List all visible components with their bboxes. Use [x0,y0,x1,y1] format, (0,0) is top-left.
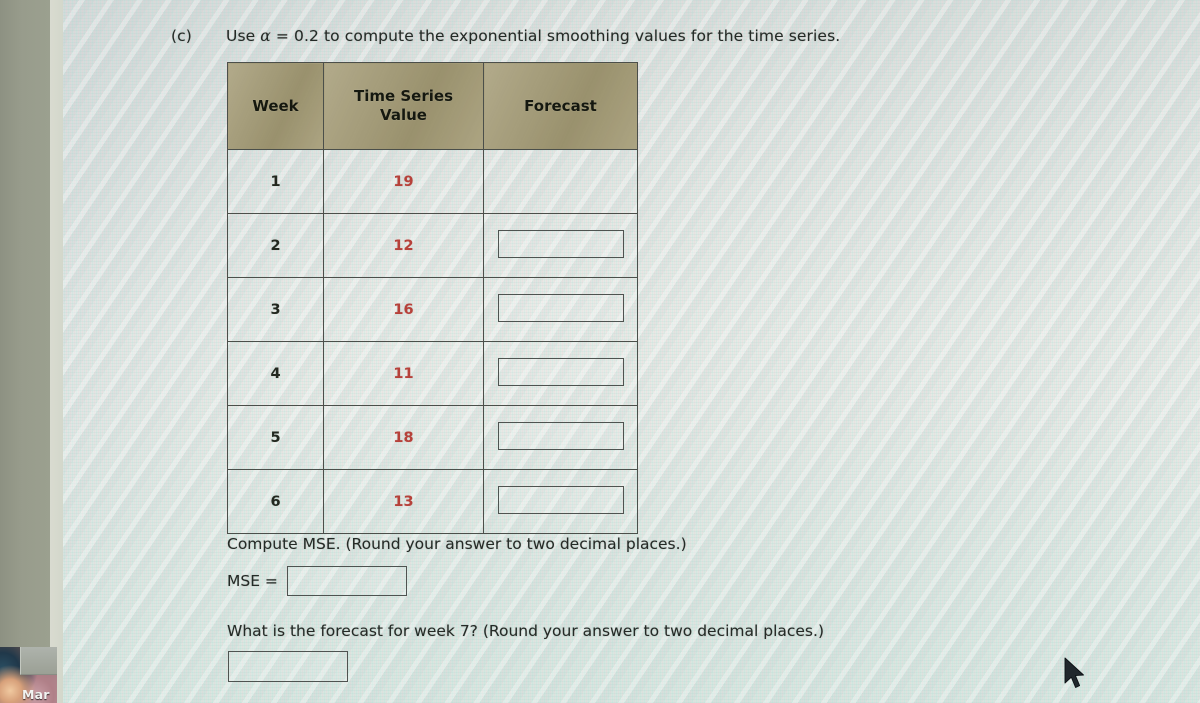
cell-time-series-value: 13 [323,469,484,534]
table-row: 3 16 [227,277,638,342]
question-text: Use α = 0.2 to compute the exponential s… [226,27,840,45]
document-content: (c) Use α = 0.2 to compute the exponenti… [0,0,1200,703]
forecast-input-week-2[interactable] [497,229,624,258]
cell-week: 4 [227,341,324,406]
column-header-week: Week [227,62,324,150]
cell-time-series-value: 11 [323,341,484,406]
table-header: Week Time Series Value Forecast [227,62,638,150]
column-header-line1: Time Series [353,87,454,106]
column-header-line2: Value [380,106,427,124]
cell-forecast [483,149,638,214]
cell-forecast [483,469,638,534]
week7-answer-row [228,651,348,686]
cell-forecast [483,213,638,278]
week7-forecast-input[interactable] [228,651,348,682]
cell-forecast [483,405,638,470]
question-line: (c) Use α = 0.2 to compute the exponenti… [171,27,840,45]
cell-time-series-value: 16 [323,277,484,342]
question-tag: (c) [171,27,192,45]
table-header-row: Week Time Series Value Forecast [227,62,638,150]
cell-week: 6 [227,469,324,534]
table-row: 2 12 [227,213,638,278]
question-prompt-after: = 0.2 to compute the exponential smoothi… [270,27,841,45]
column-header-forecast: Forecast [483,62,638,150]
forecast-input-week-3[interactable] [497,293,624,322]
cell-week: 5 [227,405,324,470]
table-row: 6 13 [227,469,638,534]
forecast-input-week-6[interactable] [497,485,624,514]
alpha-symbol: α [260,27,271,45]
cell-week: 1 [227,149,324,214]
table-row: 1 19 [227,149,638,214]
question-prompt-before: Use [226,27,261,45]
table-row: 4 11 [227,341,638,406]
week7-instruction: What is the forecast for week 7? (Round … [227,622,824,640]
mse-input[interactable] [286,566,407,596]
cell-week: 2 [227,213,324,278]
forecast-input-week-5[interactable] [497,421,624,450]
cell-week: 3 [227,277,324,342]
cell-time-series-value: 12 [323,213,484,278]
table-body: 1 19 2 12 3 16 4 11 5 18 6 13 [227,149,638,534]
table-row: 5 18 [227,405,638,470]
mse-answer-row: MSE = [227,566,407,596]
cell-time-series-value: 19 [323,149,484,214]
cell-forecast [483,341,638,406]
screenshot-root: Mar (c) Use α = 0.2 to compute the expon… [0,0,1200,703]
cell-time-series-value: 18 [323,405,484,470]
forecast-input-week-4[interactable] [497,357,624,386]
mse-label: MSE = [227,572,278,590]
column-header-time-series-value: Time Series Value [323,62,484,150]
mse-instruction: Compute MSE. (Round your answer to two d… [227,535,687,553]
cell-forecast [483,277,638,342]
exponential-smoothing-table: Week Time Series Value Forecast 1 19 2 1… [227,62,638,534]
